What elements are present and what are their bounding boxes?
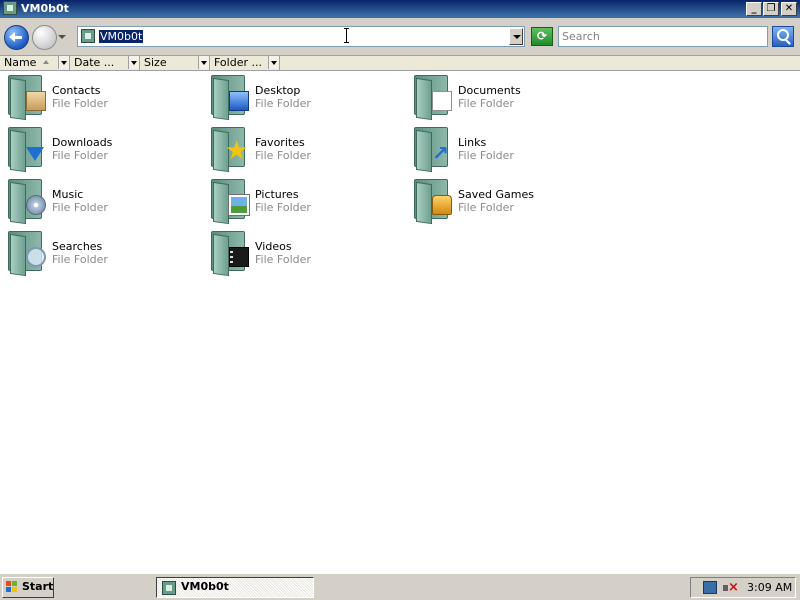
column-label: Folder ... (214, 56, 262, 69)
folder-item-documents[interactable]: Documents File Folder (406, 71, 606, 123)
folder-item-links[interactable]: ↗ Links File Folder (406, 123, 606, 175)
folder-item-desktop[interactable]: Desktop File Folder (203, 71, 403, 123)
videos-icon (209, 229, 253, 277)
folder-item-music[interactable]: Music File Folder (0, 175, 200, 227)
taskbar-window-label: VM0b0t (181, 580, 229, 593)
item-type: File Folder (52, 97, 108, 110)
window-title: VM0b0t (21, 2, 69, 15)
music-icon (6, 177, 50, 225)
item-name: Contacts (52, 84, 101, 97)
item-type: File Folder (52, 253, 108, 266)
window-icon[interactable] (3, 1, 17, 15)
start-button[interactable]: Start (2, 577, 54, 598)
column-label: Date ... (74, 56, 115, 69)
contacts-icon (6, 73, 50, 121)
folder-item-contacts[interactable]: Contacts File Folder (0, 71, 200, 123)
item-name: Searches (52, 240, 103, 253)
refresh-icon: ⟳ (536, 29, 548, 43)
documents-icon (412, 73, 456, 121)
back-button[interactable] (4, 25, 29, 50)
forward-button[interactable] (32, 25, 57, 50)
column-size[interactable]: Size (140, 56, 210, 70)
item-type: File Folder (255, 149, 311, 162)
links-icon: ↗ (412, 125, 456, 173)
item-name: Desktop (255, 84, 301, 97)
item-name: Favorites (255, 136, 305, 149)
folder-item-videos[interactable]: Videos File Folder (203, 227, 403, 279)
column-dropdown-icon[interactable] (268, 56, 279, 69)
column-folder-path[interactable]: Folder ... (210, 56, 280, 70)
downloads-icon (6, 125, 50, 173)
address-bar[interactable]: VM0b0t (77, 26, 525, 47)
folder-item-favorites[interactable]: ★ Favorites File Folder (203, 123, 403, 175)
folder-item-saved-games[interactable]: Saved Games File Folder (406, 175, 606, 227)
restore-button[interactable]: ❐ (763, 2, 779, 16)
item-type: File Folder (52, 149, 108, 162)
column-dropdown-icon[interactable] (198, 56, 209, 69)
sort-ascending-icon (43, 60, 49, 64)
column-dropdown-icon[interactable] (128, 56, 139, 69)
item-name: Pictures (255, 188, 299, 201)
navigation-bar: VM0b0t ⟳ (0, 18, 800, 56)
search-box[interactable] (558, 26, 768, 47)
volume-muted-icon[interactable] (723, 581, 739, 595)
refresh-button[interactable]: ⟳ (531, 27, 553, 46)
column-headers: Name Date ... Size Folder ... (0, 56, 800, 71)
column-label: Size (144, 56, 167, 69)
window-icon (162, 581, 176, 595)
item-type: File Folder (458, 149, 514, 162)
taskbar-window-button[interactable]: VM0b0t (156, 577, 314, 598)
folder-item-pictures[interactable]: Pictures File Folder (203, 175, 403, 227)
minimize-button[interactable]: _ (746, 2, 762, 16)
item-name: Saved Games (458, 188, 534, 201)
computer-folder-icon (81, 29, 95, 43)
item-name: Music (52, 188, 84, 201)
item-name: Videos (255, 240, 292, 253)
item-type: File Folder (255, 201, 311, 214)
item-type: File Folder (255, 253, 311, 266)
item-name: Documents (458, 84, 521, 97)
item-type: File Folder (458, 201, 514, 214)
saved-games-icon (412, 177, 456, 225)
favorites-icon: ★ (209, 125, 253, 173)
item-name: Links (458, 136, 487, 149)
text-cursor-icon (344, 28, 349, 43)
searches-icon (6, 229, 50, 277)
address-dropdown-button[interactable] (509, 28, 523, 45)
clock[interactable]: 3:09 AM (747, 580, 792, 595)
column-dropdown-icon[interactable] (58, 56, 69, 69)
close-button[interactable]: ✕ (781, 2, 797, 16)
search-icon[interactable] (772, 26, 794, 47)
title-bar[interactable]: VM0b0t _ ❐ ✕ (0, 0, 800, 18)
address-input[interactable]: VM0b0t (99, 30, 144, 43)
network-icon[interactable] (703, 581, 717, 594)
system-tray: 3:09 AM (690, 577, 796, 598)
start-label: Start (22, 580, 54, 593)
folder-item-downloads[interactable]: Downloads File Folder (0, 123, 200, 175)
pictures-icon (209, 177, 253, 225)
column-name[interactable]: Name (0, 56, 70, 70)
folder-item-searches[interactable]: Searches File Folder (0, 227, 200, 279)
item-name: Downloads (52, 136, 113, 149)
windows-logo-icon (6, 581, 18, 593)
folder-view[interactable]: Contacts File Folder Desktop File Folder… (0, 71, 800, 573)
item-type: File Folder (52, 201, 108, 214)
taskbar: Start VM0b0t 3:09 AM (0, 573, 800, 600)
desktop-icon (209, 73, 253, 121)
column-date-modified[interactable]: Date ... (70, 56, 140, 70)
recent-pages-dropdown-icon[interactable] (58, 35, 66, 41)
item-type: File Folder (458, 97, 514, 110)
search-input[interactable] (559, 27, 765, 46)
column-label: Name (4, 56, 37, 69)
item-type: File Folder (255, 97, 311, 110)
